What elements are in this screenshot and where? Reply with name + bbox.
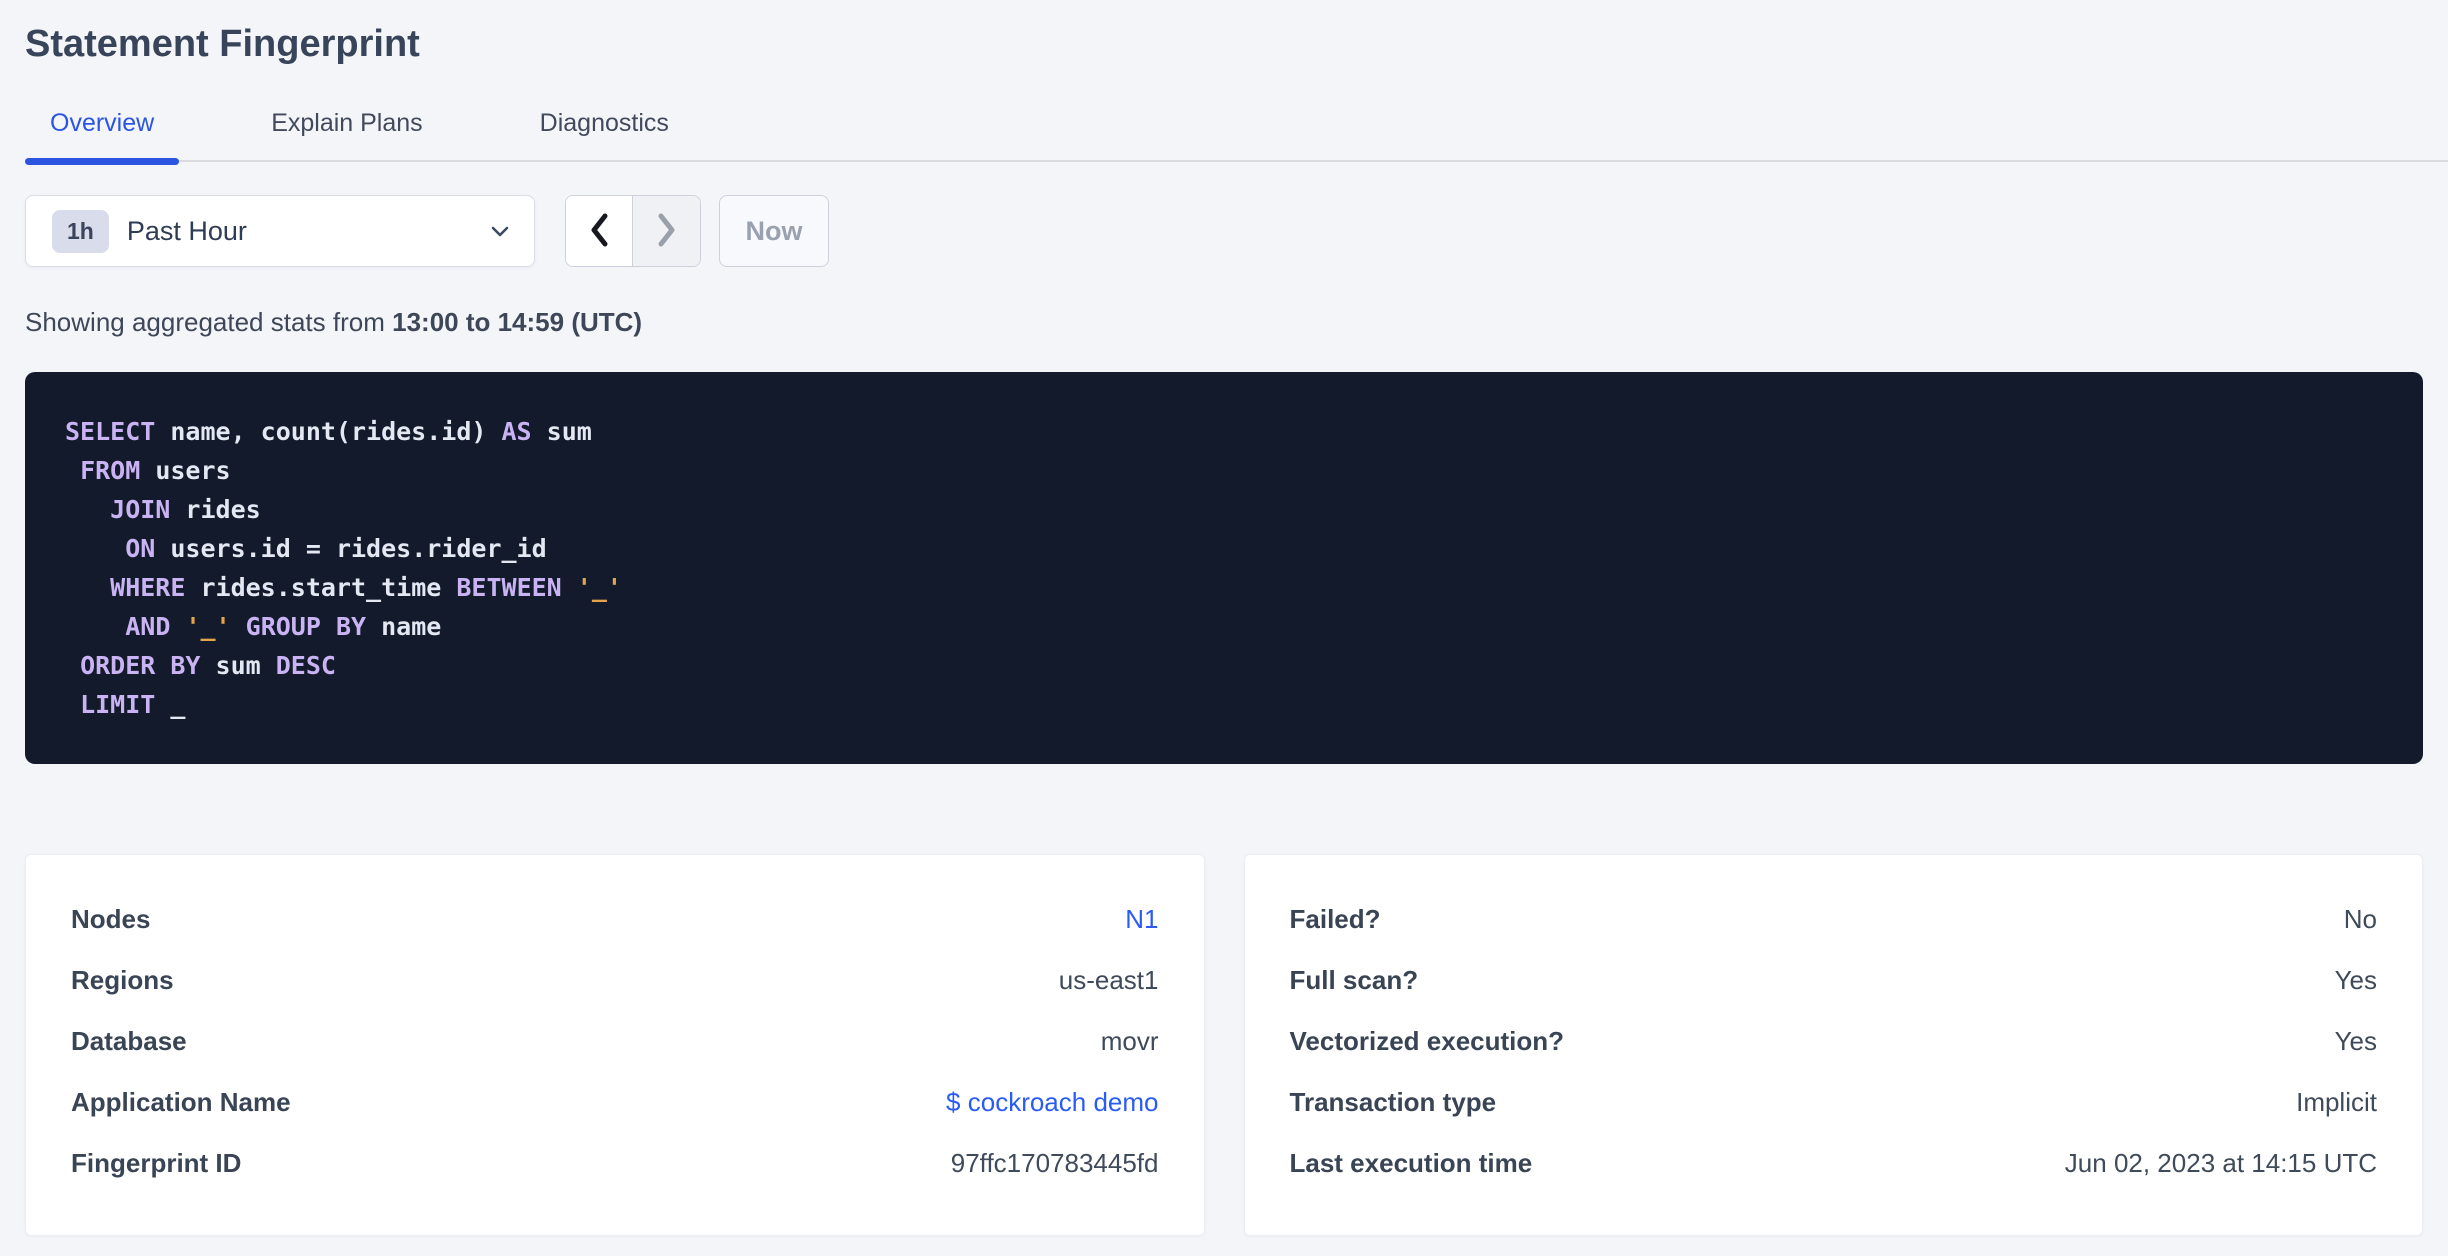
details-cards: Nodes N1 Regions us-east1 Database movr Applic… [25, 854, 2423, 1236]
database-label: Database [71, 1026, 187, 1056]
failed-label: Failed? [1289, 904, 1381, 934]
sql-token: ON [125, 534, 156, 563]
sql-line: WHERE rides.start_time BETWEEN '_' [65, 568, 2383, 607]
prev-interval-button[interactable] [566, 196, 633, 266]
execution-attributes-rows: Failed? No Full scan? Yes Vectorized executi… [1290, 889, 2378, 1194]
time-controls: 1h Past Hour Now [25, 195, 2423, 267]
tab-bar: Overview Explain Plans Diagnostics [25, 108, 2448, 165]
table-row: Nodes N1 [71, 889, 1159, 950]
application-name-label: Application Name [71, 1087, 291, 1117]
sql-token: LIMIT [80, 690, 156, 719]
regions-label: Regions [71, 965, 174, 995]
sql-statement-box: SELECT name, count(rides.id) AS sum FROM… [25, 372, 2423, 764]
time-nav-group [565, 195, 701, 267]
sql-token: rides.start_time [185, 573, 457, 602]
statement-details-card: Nodes N1 Regions us-east1 Database movr Applic… [25, 854, 1205, 1236]
sql-token: BETWEEN [456, 573, 562, 602]
next-interval-button[interactable] [633, 196, 700, 266]
sql-line: ORDER BY sum DESC [65, 646, 2383, 685]
full-scan-label: Full scan? [1289, 965, 1419, 995]
chevron-right-icon [656, 212, 678, 251]
stats-range: 13:00 to 14:59 (UTC) [392, 307, 643, 337]
nodes-label: Nodes [71, 904, 151, 934]
sql-token: AS [501, 417, 532, 446]
sql-token: '_' [185, 612, 231, 641]
sql-token: AND [125, 612, 171, 641]
sql-token: sum [200, 651, 276, 680]
sql-line: JOIN rides [65, 490, 2383, 529]
database-value: movr [1100, 1026, 1159, 1056]
sql-token: users.id = rides.rider_id [155, 534, 547, 563]
sql-token: ORDER BY [80, 651, 201, 680]
table-row: Application Name $ cockroach demo [71, 1072, 1159, 1133]
tab-explain-plans[interactable]: Explain Plans [246, 108, 447, 160]
chevron-down-icon [488, 219, 512, 243]
sql-line: LIMIT _ [65, 685, 2383, 724]
execution-attributes-card: Failed? No Full scan? Yes Vectorized executi… [1243, 854, 2423, 1236]
sql-token: GROUP BY [245, 612, 367, 641]
sql-line: ON users.id = rides.rider_id [65, 529, 2383, 568]
sql-token: name, count(rides.id) [155, 417, 502, 446]
now-button[interactable]: Now [719, 195, 829, 267]
interval-label: Past Hour [126, 215, 247, 246]
table-row: Vectorized execution? Yes [1290, 1011, 2378, 1072]
fingerprint-id-label: Fingerprint ID [71, 1148, 242, 1178]
transaction-type-label: Transaction type [1289, 1087, 1497, 1117]
sql-token: rides [170, 495, 261, 524]
interval-badge: 1h [52, 209, 109, 253]
table-row: Failed? No [1290, 889, 2378, 950]
sql-token: WHERE [110, 573, 186, 602]
statement-fingerprint-page: Statement Fingerprint Overview Explain Pl… [0, 0, 2448, 1236]
vectorized-execution-value: Yes [2334, 1026, 2377, 1056]
failed-value: No [2343, 904, 2377, 934]
transaction-type-value: Implicit [2296, 1087, 2377, 1117]
table-row: Transaction type Implicit [1290, 1072, 2378, 1133]
sql-token: '_' [576, 573, 622, 602]
tab-overview[interactable]: Overview [25, 108, 180, 165]
table-row: Full scan? Yes [1290, 950, 2378, 1011]
nodes-value-link[interactable]: N1 [1125, 904, 1158, 935]
sql-statement-code: SELECT name, count(rides.id) AS sum FROM… [65, 412, 2383, 724]
last-execution-time-label: Last execution time [1289, 1148, 1533, 1178]
table-row: Last execution time Jun 02, 2023 at 14:15… [1290, 1133, 2378, 1194]
sql-line: SELECT name, count(rides.id) AS sum [65, 412, 2383, 451]
stats-prefix: Showing aggregated stats from [25, 307, 393, 337]
statement-details-rows: Nodes N1 Regions us-east1 Database movr Applic… [71, 889, 1159, 1194]
table-row: Regions us-east1 [71, 950, 1159, 1011]
regions-value: us-east1 [1058, 965, 1159, 995]
sql-token: FROM [80, 456, 141, 485]
table-row: Fingerprint ID 97ffc170783445fd [71, 1133, 1159, 1194]
fingerprint-id-value: 97ffc170783445fd [950, 1148, 1159, 1178]
sql-token: sum [531, 417, 592, 446]
time-interval-select[interactable]: 1h Past Hour [25, 195, 535, 267]
sql-token: _ [155, 690, 186, 719]
sql-token: name [366, 612, 442, 641]
sql-line: AND '_' GROUP BY name [65, 607, 2383, 646]
last-execution-time-value: Jun 02, 2023 at 14:15 UTC [2064, 1148, 2377, 1178]
page-title: Statement Fingerprint [25, 23, 420, 65]
vectorized-execution-label: Vectorized execution? [1289, 1026, 1565, 1056]
tab-diagnostics[interactable]: Diagnostics [515, 108, 694, 160]
sql-token: SELECT [65, 417, 156, 446]
table-row: Database movr [71, 1011, 1159, 1072]
sql-token: JOIN [110, 495, 171, 524]
aggregated-stats-summary: Showing aggregated stats from 13:00 to 1… [25, 307, 2423, 337]
application-name-value-link[interactable]: $ cockroach demo [946, 1087, 1158, 1118]
chevron-left-icon [588, 212, 610, 251]
full-scan-value: Yes [2334, 965, 2377, 995]
sql-line: FROM users [65, 451, 2383, 490]
sql-token: DESC [275, 651, 336, 680]
sql-token: users [140, 456, 231, 485]
